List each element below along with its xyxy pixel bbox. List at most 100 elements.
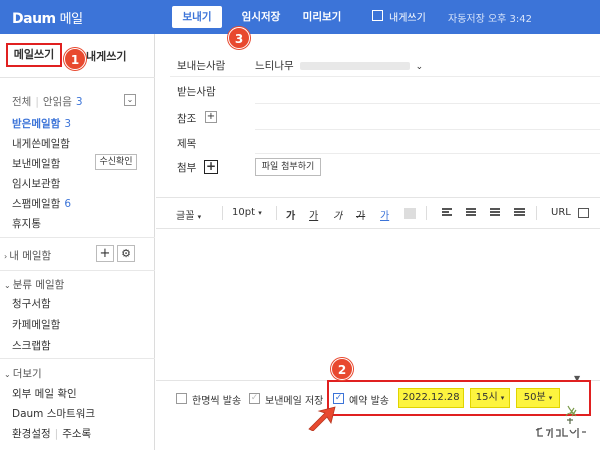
- address-book-link[interactable]: 주소록: [62, 428, 91, 440]
- sidebar-item-sent[interactable]: 보낸메일함: [12, 156, 60, 171]
- unread-count: 3: [75, 96, 83, 108]
- signature-watermark: [535, 405, 586, 438]
- subject-label: 제목: [177, 138, 197, 150]
- more-label: 더보기: [12, 368, 42, 380]
- annotation-step-3: 3: [228, 27, 250, 49]
- hour-value: 15시: [475, 392, 498, 403]
- sidebar-item-self-sent[interactable]: 내게쓴메일함: [12, 136, 70, 151]
- my-folders-label: 내 메일함: [9, 250, 52, 262]
- gear-icon[interactable]: ⚙: [117, 245, 135, 262]
- self-mail-label[interactable]: 내게쓰기: [389, 9, 426, 24]
- read-receipt-button[interactable]: 수신확인: [95, 154, 137, 170]
- sidebar: 메일쓰기 내게쓰기 전체 | 안읽음 3 ⌄ 받은메일함 3 내게쓴메일함 보낸메일함 …: [0, 34, 155, 450]
- subject-input[interactable]: [255, 153, 600, 154]
- caret-right-icon: ›: [4, 252, 8, 261]
- individual-send-checkbox[interactable]: [176, 393, 187, 404]
- attach-file-button[interactable]: 파일 첨부하기: [255, 158, 321, 176]
- divider: [426, 206, 427, 220]
- editor-toolbar: 글꼴 ▾ 10pt ▾ 가 가 가 가 가 URL: [156, 197, 600, 229]
- line-spacing-icon[interactable]: [490, 208, 500, 218]
- font-family-label: 글꼴: [176, 211, 195, 222]
- divider: [170, 76, 600, 77]
- divider: [0, 237, 155, 238]
- align-left-icon[interactable]: [442, 208, 452, 218]
- schedule-hour-select[interactable]: 15시 ▾: [470, 388, 510, 408]
- editor-body[interactable]: [156, 229, 600, 374]
- sidebar-item-drafts[interactable]: 임시보관함: [12, 176, 60, 191]
- font-family-select[interactable]: 글꼴 ▾: [176, 207, 201, 222]
- preview-button[interactable]: 미리보기: [298, 6, 346, 28]
- sidebar-item-cafe[interactable]: 카페메일함: [12, 317, 60, 332]
- underline-button[interactable]: 가: [309, 207, 318, 222]
- write-to-self-button[interactable]: 내게쓰기: [86, 48, 126, 64]
- align-center-icon[interactable]: [466, 208, 476, 218]
- schedule-date-field[interactable]: 2022.12.28: [398, 388, 464, 408]
- sidebar-item-trash[interactable]: 휴지통: [12, 216, 41, 231]
- self-mail-checkbox[interactable]: [372, 10, 383, 21]
- sender-email-blurred: [299, 62, 410, 70]
- logo-text: Daum: [12, 11, 56, 27]
- send-button[interactable]: 보내기: [172, 6, 222, 28]
- divider: [222, 206, 223, 220]
- divider: [0, 358, 155, 359]
- caret-down-icon: ⌄: [4, 370, 11, 379]
- my-folders-header[interactable]: › 내 메일함: [4, 248, 51, 263]
- annotation-step-1: 1: [64, 48, 86, 70]
- text-color-button[interactable]: 가: [380, 207, 389, 222]
- image-icon[interactable]: [578, 208, 589, 218]
- chevron-down-icon: ⌄: [415, 62, 424, 72]
- sidebar-item-scrap[interactable]: 스크랩함: [12, 338, 51, 353]
- font-size-select[interactable]: 10pt ▾: [232, 207, 262, 218]
- individual-send-label[interactable]: 한명씩 발송: [192, 392, 241, 407]
- save-draft-button[interactable]: 임시저장: [232, 6, 290, 28]
- sidebar-item-smartwork[interactable]: Daum 스마트워크: [12, 406, 95, 421]
- sidebar-footer: 환경설정 | 주소록: [12, 426, 91, 441]
- recipient-input[interactable]: [255, 103, 600, 104]
- recipient-label: 받는사람: [177, 86, 216, 98]
- bold-button[interactable]: 가: [286, 207, 295, 222]
- filter-separator: |: [35, 96, 39, 108]
- daum-mail-logo[interactable]: Daum 메일: [12, 8, 83, 27]
- sidebar-item-bills[interactable]: 청구서함: [12, 296, 51, 311]
- category-folders-label: 분류 메일함: [12, 279, 65, 291]
- highlight-color-icon[interactable]: [404, 208, 416, 219]
- add-cc-icon[interactable]: +: [205, 111, 217, 123]
- chevron-down-icon: ▾: [258, 209, 262, 217]
- sender-name: 느티나무: [255, 60, 294, 72]
- scheduled-send-label[interactable]: 예약 발송: [349, 392, 389, 407]
- mailbox-filter: 전체 | 안읽음 3: [12, 94, 83, 109]
- autosave-status: 자동저장 오후 3:42: [448, 14, 533, 25]
- filter-unread[interactable]: 안읽음: [43, 96, 72, 108]
- footer-separator: |: [54, 428, 59, 440]
- insert-link-button[interactable]: URL: [551, 207, 571, 218]
- chevron-down-icon[interactable]: ⌄: [124, 94, 136, 106]
- strikethrough-button[interactable]: 가: [356, 207, 365, 222]
- sidebar-item-external-mail[interactable]: 외부 메일 확인: [12, 386, 77, 401]
- chevron-down-icon: ▾: [197, 213, 202, 221]
- sidebar-item-inbox[interactable]: 받은메일함 3: [12, 116, 71, 131]
- add-folder-button[interactable]: +: [96, 245, 114, 262]
- sender-select[interactable]: 느티나무 ⌄: [255, 58, 423, 73]
- sender-label: 보내는사람: [177, 60, 226, 72]
- more-header[interactable]: ⌄ 더보기: [4, 366, 42, 381]
- inbox-count: 3: [64, 118, 71, 130]
- top-bar: Daum 메일 보내기 임시저장 미리보기 내게쓰기 자동저장 오후 3:42: [0, 0, 600, 34]
- cc-label: 참조: [177, 113, 197, 125]
- font-size-label: 10pt: [232, 207, 255, 218]
- save-sent-checkbox[interactable]: ✓: [249, 393, 260, 404]
- filter-all[interactable]: 전체: [12, 96, 31, 108]
- sidebar-item-spam[interactable]: 스팸메일함 6: [12, 196, 71, 211]
- chevron-down-icon: ▾: [500, 394, 505, 402]
- horizontal-rule-icon[interactable]: [514, 208, 525, 218]
- scheduled-send-checkbox[interactable]: ✓: [333, 393, 344, 404]
- cc-input[interactable]: [255, 129, 600, 130]
- attach-toggle-icon[interactable]: +: [204, 160, 218, 174]
- caret-down-icon: ⌄: [4, 281, 11, 290]
- category-folders-header[interactable]: ⌄ 분류 메일함: [4, 277, 64, 292]
- logo-sub: 메일: [59, 12, 83, 27]
- settings-link[interactable]: 환경설정: [12, 428, 51, 440]
- sidebar-item-label: 스팸메일함: [12, 198, 61, 210]
- italic-button[interactable]: 가: [333, 207, 342, 222]
- divider: [276, 206, 277, 220]
- write-mail-button[interactable]: 메일쓰기: [6, 43, 62, 67]
